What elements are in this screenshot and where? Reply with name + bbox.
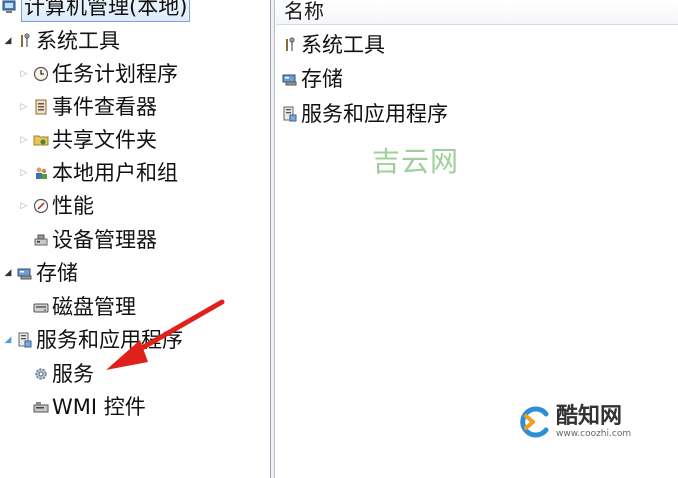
watermark-kuzhi-name: 酷知网 [556,403,623,429]
column-header-label: 名称 [284,0,324,23]
tree-item-computer-management[interactable]: 计算机管理(本地) [2,0,191,22]
console-tree: 计算机管理(本地) ◢ 系统工具 ▷ 任务计划程序 ▷ 事件查看器 ▷ 共享文件… [0,0,270,478]
gear-icon [33,366,49,382]
disk-icon [33,299,49,315]
expand-collapsed-icon[interactable]: ▷ [18,68,30,80]
tree-item-label: 共享文件夹 [52,128,157,152]
tree-item-label: 本地用户和组 [52,161,178,185]
tree-item-label: 设备管理器 [52,228,157,252]
expand-open-icon[interactable]: ◢ [2,334,14,346]
list-item-system-tools[interactable]: 系统工具 [282,30,385,60]
tree-item-services[interactable]: 服务 [33,359,94,389]
tree-item-performance[interactable]: ▷ 性能 [18,191,94,221]
list-item-storage[interactable]: 存储 [282,64,343,94]
tree-item-label: 性能 [52,194,94,218]
users-icon [33,165,49,181]
tree-item-label: 任务计划程序 [52,62,178,86]
computer-management-icon [2,0,18,15]
tree-item-local-users-groups[interactable]: ▷ 本地用户和组 [18,158,178,188]
tree-item-label: 系统工具 [36,29,120,53]
watermark-kuzhi: 酷知网 www.coozhi.com [516,404,631,440]
tree-item-label: 服务 [52,362,94,386]
services-apps-icon [282,106,298,122]
computer-management-window: 计算机管理(本地) ◢ 系统工具 ▷ 任务计划程序 ▷ 事件查看器 ▷ 共享文件… [0,0,678,478]
tree-item-system-tools[interactable]: ◢ 系统工具 [2,26,120,56]
tree-item-label: 计算机管理(本地) [21,0,191,22]
list-item-services-applications[interactable]: 服务和应用程序 [282,99,448,129]
list-item-label: 服务和应用程序 [301,102,448,126]
column-header-name[interactable]: 名称 [276,0,678,25]
expand-open-icon[interactable]: ◢ [2,267,14,279]
expand-collapsed-icon[interactable]: ▷ [18,167,30,179]
services-apps-icon [17,332,33,348]
tools-icon [17,33,33,49]
watermark-kuzhi-url: www.coozhi.com [556,428,632,439]
list-item-label: 存储 [301,67,343,91]
tools-icon [282,37,298,53]
tree-item-wmi-control[interactable]: WMI 控件 [33,392,146,422]
tree-item-task-scheduler[interactable]: ▷ 任务计划程序 [18,59,178,89]
tree-item-label: 存储 [36,261,78,285]
watermark-jiyun: 吉云网 [372,145,460,178]
list-item-label: 系统工具 [301,33,385,57]
kuzhi-logo-icon [520,406,549,438]
expand-collapsed-icon[interactable]: ▷ [18,134,30,146]
tree-item-shared-folders[interactable]: ▷ 共享文件夹 [18,125,157,155]
device-manager-icon [33,232,49,248]
tree-item-device-manager[interactable]: 设备管理器 [33,225,157,255]
wmi-icon [33,399,49,415]
expand-collapsed-icon[interactable]: ▷ [18,101,30,113]
event-viewer-icon [33,99,49,115]
clock-icon [33,66,49,82]
performance-icon [33,198,49,214]
storage-icon [282,71,298,87]
expand-open-icon[interactable]: ◢ [2,35,14,47]
red-arrow-annotation [106,299,225,370]
tree-item-label: WMI 控件 [52,395,146,419]
tree-item-event-viewer[interactable]: ▷ 事件查看器 [18,92,157,122]
tree-item-label: 事件查看器 [52,95,157,119]
tree-item-storage[interactable]: ◢ 存储 [2,258,78,288]
expand-collapsed-icon[interactable]: ▷ [18,200,30,212]
storage-icon [17,265,33,281]
shared-folder-icon [33,132,49,148]
